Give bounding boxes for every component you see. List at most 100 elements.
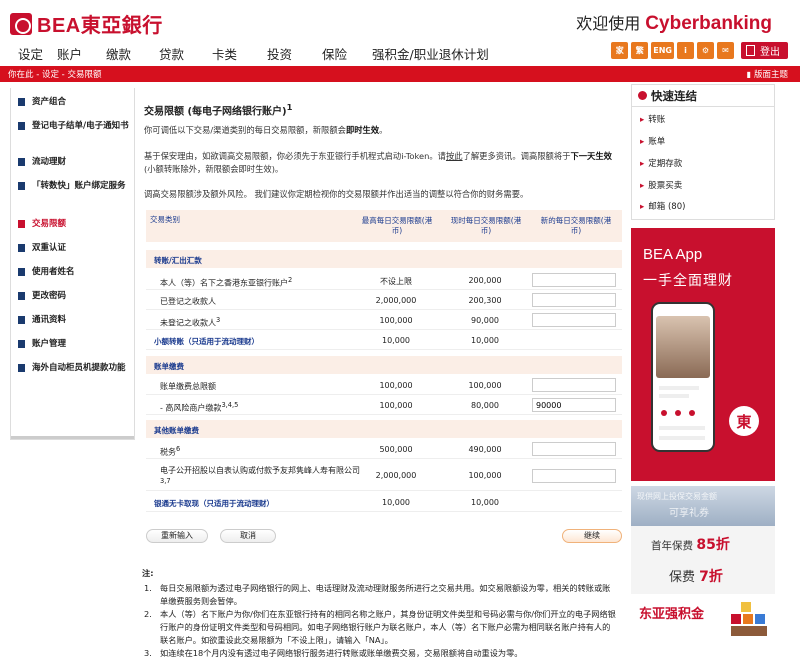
nav-loans[interactable]: 贷款 bbox=[159, 44, 184, 63]
table-row: 未登记之收款人3 100,000 90,000 bbox=[146, 311, 622, 330]
risk-paragraph: 调高交易限额涉及额外风险。 我们建议你定期检视你的交易限额并作出适当的调整以符合… bbox=[144, 189, 529, 199]
new-limit-unregistered-payee-input[interactable] bbox=[532, 313, 616, 327]
new-limit-bill-total-input[interactable] bbox=[532, 378, 616, 392]
new-limit-ipo-input[interactable] bbox=[532, 469, 616, 483]
section-transfer: 转账/汇出汇款 bbox=[146, 250, 622, 268]
info-icon[interactable]: i bbox=[677, 42, 694, 59]
main-nav: 设定 账户 缴款 贷款 卡类 投资 保险 强积金/职业退休计划 家 繁 ENG … bbox=[0, 40, 800, 64]
left-sidebar: 资产组合 登记电子结单/电子通知书 流动理财 「转数快」账户绑定服务 交易限额 … bbox=[10, 88, 135, 440]
bullet-icon bbox=[18, 220, 25, 228]
nav-icon-bar: 家 繁 ENG i ⚙ ✉ 登出 bbox=[611, 42, 788, 59]
sidebar-item-account-mgmt[interactable]: 账户管理 bbox=[18, 338, 130, 350]
nav-settings[interactable]: 设定 bbox=[18, 44, 43, 63]
bullet-icon bbox=[18, 98, 25, 106]
quick-link-time-deposit[interactable]: 定期存款 bbox=[640, 157, 682, 169]
app-ad-title: BEA App bbox=[643, 246, 703, 263]
bea-app-banner[interactable]: BEA App 一手全面理财 東 bbox=[631, 228, 775, 481]
table-row: 税务6 500,000 490,000 bbox=[146, 440, 622, 459]
traditional-chinese-icon[interactable]: 繁 bbox=[631, 42, 649, 59]
bea-logo-text: BEA東亞銀行 bbox=[37, 15, 163, 37]
small-transfer-link[interactable]: 小额转账（只适用于流动理财） bbox=[154, 336, 259, 347]
quick-link-mailbox[interactable]: 邮箱 (80) bbox=[640, 200, 685, 212]
table-row: 账单缴费总限额 100,000 100,000 bbox=[146, 376, 622, 395]
logout-button[interactable]: 登出 bbox=[741, 42, 788, 59]
nav-insurance[interactable]: 保险 bbox=[322, 44, 347, 63]
page-title: 交易限额 (每电子网络银行账户)1 bbox=[144, 102, 293, 118]
sidebar-item-fps[interactable]: 「转数快」账户绑定服务 bbox=[18, 180, 130, 192]
quick-link-transfer[interactable]: 转账 bbox=[640, 113, 665, 125]
table-header: 交易类别 最高每日交易限额(港币) 现时每日交易限额(港币) 新的每日交易限额(… bbox=[146, 210, 622, 242]
top-header: BEA東亞銀行 欢迎使用 Cyberbanking bbox=[0, 0, 800, 40]
note-item: 3. 如连续在18个月内没有透过电子网络银行服务进行转账或账单缴费交易，交易限额将… bbox=[144, 648, 523, 658]
sidebar-item-contact[interactable]: 通讯资料 bbox=[18, 314, 130, 326]
cardless-withdrawal-link[interactable]: 银通无卡取现（只适用于流动理财） bbox=[154, 498, 274, 509]
table-row: 银通无卡取现（只适用于流动理财） 10,000 10,000 bbox=[146, 493, 622, 512]
link-icon bbox=[638, 91, 647, 100]
english-icon[interactable]: ENG bbox=[651, 42, 674, 59]
table-row: 已登记之收款人 2,000,000 200,300 bbox=[146, 291, 622, 310]
app-ad-subtitle: 一手全面理财 bbox=[643, 273, 733, 289]
continue-button[interactable]: 继续 bbox=[562, 529, 622, 543]
sidebar-item-transaction-limit[interactable]: 交易限额 bbox=[18, 218, 130, 230]
insurance-banner[interactable]: 现供网上投保交易金额 可享礼券 首年保费 85折 保费 7折 bbox=[631, 486, 775, 594]
home-icon[interactable]: 家 bbox=[611, 42, 629, 59]
sidebar-item-password[interactable]: 更改密码 bbox=[18, 290, 130, 302]
notes: 注: 1. 每日交易限额为透过电子网络银行的网上、电话理财及流动理财服务所进行之交… bbox=[142, 567, 617, 660]
insurance-discount-2: 保费 7折 bbox=[669, 569, 723, 585]
welcome-text: 欢迎使用 Cyberbanking bbox=[576, 10, 772, 35]
section-bill-payment: 账单缴费 bbox=[146, 356, 622, 374]
cyberbanking-brand: Cyberbanking bbox=[645, 13, 772, 34]
insurance-discount-1: 首年保费 85折 bbox=[651, 537, 730, 553]
intro-paragraph: 你可调低以下交易/渠道类别的每日交易限额，新限额会即时生效。 bbox=[144, 125, 388, 135]
bea-logo[interactable]: BEA東亞銀行 bbox=[10, 9, 163, 38]
nav-cards[interactable]: 卡类 bbox=[212, 44, 237, 63]
phone-mockup bbox=[651, 302, 715, 452]
quick-link-stocks[interactable]: 股票买卖 bbox=[640, 179, 682, 191]
bullet-icon bbox=[18, 268, 25, 276]
cancel-button[interactable]: 取消 bbox=[220, 529, 276, 543]
header-category: 交易类别 bbox=[150, 215, 180, 224]
note-item: 2. 本人（等）名下账户为你/你们在东亚银行持有的相同名称之账户，其身份证明文件类… bbox=[144, 609, 616, 645]
nav-mpf[interactable]: 强积金/职业退休计划 bbox=[372, 44, 489, 63]
header-max-limit: 最高每日交易限额(港币) bbox=[361, 216, 433, 235]
sidebar-item-estatement[interactable]: 登记电子结单/电子通知书 bbox=[18, 120, 130, 132]
bullet-icon bbox=[18, 122, 25, 130]
bullet-icon bbox=[18, 182, 25, 190]
quick-links: 快速连结 转账 账单 定期存款 股票买卖 邮箱 (80) bbox=[631, 84, 775, 220]
mpf-banner[interactable]: 东亚强积金 bbox=[631, 598, 775, 644]
new-limit-high-risk-input[interactable] bbox=[532, 398, 616, 412]
reset-button[interactable]: 重新输入 bbox=[146, 529, 208, 543]
mail-icon[interactable]: ✉ bbox=[717, 42, 734, 59]
theme-link[interactable]: 版面主题 bbox=[747, 68, 788, 80]
nav-accounts[interactable]: 账户 bbox=[57, 44, 82, 63]
breadcrumb: 你在此 - 设定 - 交易限额 bbox=[8, 70, 102, 80]
sidebar-item-portfolio[interactable]: 资产组合 bbox=[18, 96, 130, 108]
section-other-bill: 其他账单缴费 bbox=[146, 420, 622, 438]
bullet-icon bbox=[18, 316, 25, 324]
nav-payments[interactable]: 缴款 bbox=[106, 44, 131, 63]
learn-more-link[interactable]: 按此 bbox=[446, 151, 463, 161]
logout-icon bbox=[746, 45, 755, 56]
bullet-icon bbox=[18, 292, 25, 300]
header-current-limit: 现时每日交易限额(港币) bbox=[450, 216, 522, 235]
sidebar-item-overseas-atm[interactable]: 海外自动柜员机提款功能 bbox=[18, 362, 130, 374]
settings-icon[interactable]: ⚙ bbox=[697, 42, 714, 59]
bullet-icon bbox=[18, 340, 25, 348]
new-limit-own-account-input[interactable] bbox=[532, 273, 616, 287]
table-row: 电子公开招股以自表认购或付款予友邦隽峰人寿有限公司3,7 2,000,000 1… bbox=[146, 461, 622, 491]
breadcrumb-bar: 你在此 - 设定 - 交易限额 版面主题 bbox=[0, 66, 800, 82]
quick-link-bill[interactable]: 账单 bbox=[640, 135, 665, 147]
toy-blocks-icon bbox=[729, 600, 773, 642]
welcome-prefix: 欢迎使用 bbox=[576, 14, 641, 33]
sidebar-item-username[interactable]: 使用者姓名 bbox=[18, 266, 130, 278]
nav-investment[interactable]: 投资 bbox=[267, 44, 292, 63]
new-limit-tax-input[interactable] bbox=[532, 442, 616, 456]
notes-title: 注: bbox=[142, 568, 154, 578]
security-paragraph: 基于保安理由，如欲调高交易限额，你必须先于东亚银行手机程式启动i-Token。请… bbox=[144, 151, 612, 174]
quick-links-title: 快速连结 bbox=[638, 88, 697, 104]
sidebar-item-2fa[interactable]: 双重认证 bbox=[18, 242, 130, 254]
header-new-limit: 新的每日交易限额(港币) bbox=[540, 216, 612, 235]
sidebar-item-mobile-banking[interactable]: 流动理财 bbox=[18, 156, 130, 168]
table-row: 小额转账（只适用于流动理财） 10,000 10,000 bbox=[146, 331, 622, 350]
new-limit-registered-payee-input[interactable] bbox=[532, 293, 616, 307]
